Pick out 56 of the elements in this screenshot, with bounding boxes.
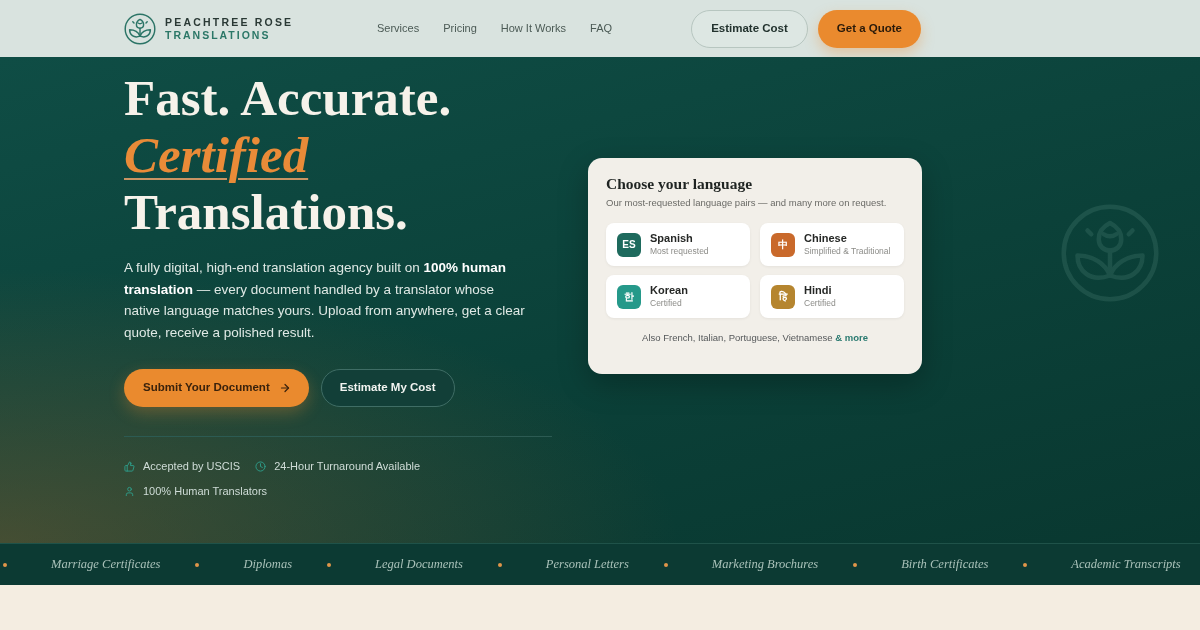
brand-name: PEACHTREE ROSE (165, 15, 294, 29)
language-name: Hindi (804, 284, 833, 297)
intro-paragraph: A fully digital, high-end translation agency built on 100% human translation — every document handled by a translator whose native language matches yours. Upload from anywhere, get a clear quote, receive a polished result. (124, 259, 526, 343)
ticker-item: Birth Certificates (901, 556, 989, 574)
language-name: Spanish (650, 232, 694, 245)
language-note: Certified (650, 297, 683, 309)
brand-tagline: TRANSLATIONS (165, 28, 272, 42)
nav-link[interactable]: How It Works (500, 20, 566, 37)
headline-text: Fast. Accurate. (124, 70, 452, 127)
nav-link[interactable]: Pricing (443, 20, 477, 37)
separator-dot-icon (853, 562, 858, 567)
arrow-right-icon (278, 381, 291, 394)
separator-dot-icon (195, 562, 200, 567)
language-code-badge: ES (617, 232, 641, 257)
feature-text: 24-Hour Turnaround Available (274, 458, 421, 474)
language-note: Simplified & Traditional (804, 245, 891, 257)
nav-link[interactable]: FAQ (590, 20, 613, 37)
separator-dot-icon (497, 562, 502, 567)
clock-icon (255, 460, 267, 472)
person-icon (124, 486, 135, 498)
language-code-badge: हि (771, 284, 795, 309)
separator-dot-icon (663, 562, 668, 567)
language-note: Certified (804, 297, 836, 309)
language-name: Korean (650, 284, 688, 297)
nav-link[interactable]: Services (377, 20, 420, 37)
ticker-item: Marriage Certificates (51, 556, 161, 574)
language-code-badge: 中 (771, 232, 795, 257)
language-option[interactable]: 中 Chinese Simplified & Traditional (760, 223, 904, 266)
headline-accent-text: Certified (124, 127, 309, 184)
get-quote-button[interactable]: Get a Quote (817, 9, 921, 48)
separator-dot-icon (1023, 562, 1028, 567)
ticker-item: Marketing Brochures (711, 556, 819, 574)
ticker-item: Legal Documents (375, 556, 463, 574)
rose-logo-icon (124, 12, 156, 45)
feature-text: 100% Human Translators (143, 484, 268, 500)
ticker-item: Academic Transcripts (1071, 556, 1181, 574)
language-option[interactable]: ES Spanish Most requested (606, 223, 750, 266)
card-title: Choose your language (606, 174, 754, 194)
language-code-badge: 한 (617, 284, 641, 309)
thumbs-up-icon (124, 460, 135, 472)
headline-text: Translations. (124, 184, 408, 241)
more-languages-link[interactable]: & more (835, 332, 868, 343)
language-option[interactable]: हि Hindi Certified (760, 275, 904, 318)
feature-text: Accepted by USCIS (143, 458, 241, 474)
separator-dot-icon (327, 562, 331, 567)
estimate-my-cost-button[interactable]: Estimate My Cost (320, 368, 455, 407)
language-note: Most requested (650, 245, 709, 257)
estimate-cost-button[interactable]: Estimate Cost (691, 9, 808, 48)
ticker-item: Diplomas (243, 556, 292, 574)
language-option[interactable]: 한 Korean Certified (606, 275, 750, 318)
language-name: Chinese (804, 232, 848, 245)
submit-document-button[interactable]: Submit Your Document (124, 368, 309, 407)
ticker-item: Personal Letters (545, 556, 629, 574)
separator-dot-icon (3, 562, 7, 567)
card-subtitle: Our most-requested language pairs — and many more on request. (606, 196, 888, 209)
more-languages-note: Also French, Italian, Portuguese, Vietnamese & more (641, 331, 869, 345)
